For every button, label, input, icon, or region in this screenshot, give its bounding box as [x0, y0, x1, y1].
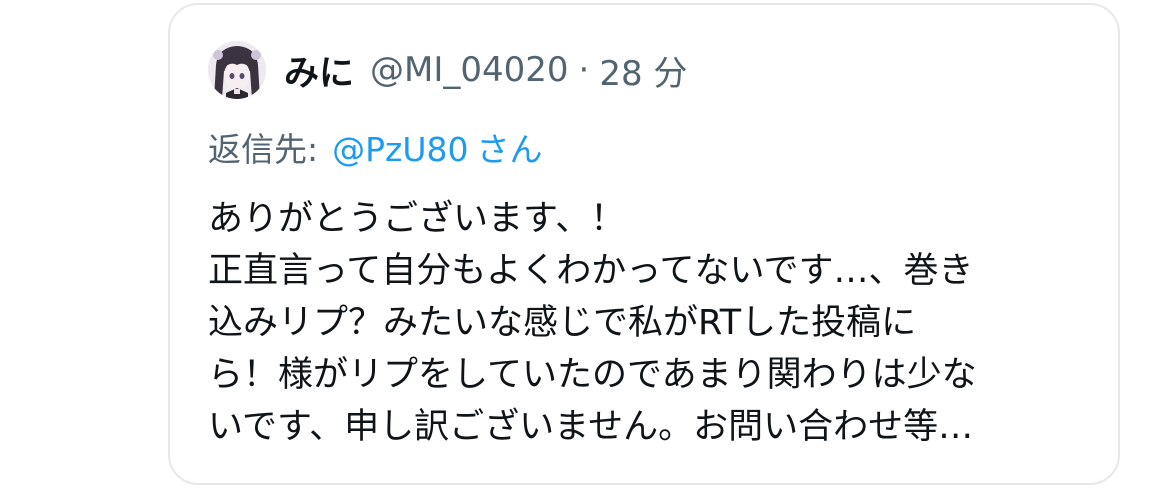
tweet-header: みに @MI_04020 · 28 分	[208, 40, 687, 100]
user-handle[interactable]: @MI_04020	[370, 50, 569, 90]
reply-to-handle-link[interactable]: @PzU80	[332, 130, 468, 169]
display-name[interactable]: みに	[284, 45, 354, 96]
tweet-text: ありがとうございます、！ 正直言って自分もよくわかってないです…、巻き 込みリプ…	[208, 193, 1098, 453]
reply-label: 返信先:	[208, 130, 319, 169]
tweet-text-line: 込みリプ？みたいな感じで私がRTした投稿に	[208, 303, 917, 343]
quoted-tweet-card[interactable]: みに @MI_04020 · 28 分 返信先: @PzU80 さん ありがとうござ…	[168, 3, 1120, 485]
reply-to-suffix[interactable]: さん	[477, 130, 543, 169]
avatar[interactable]	[208, 41, 266, 99]
tweet-text-line: 正直言って自分もよくわかってないです…、巻き	[208, 251, 974, 291]
avatar-image	[208, 41, 266, 99]
tweet-text-line: ら！様がリプをしていたのであまり関わりは少な	[208, 355, 977, 395]
timestamp[interactable]: 28 分	[599, 46, 687, 95]
tweet-text-line: ありがとうございます、！	[208, 199, 626, 239]
tweet-text-line: いです、申し訳ございません。お問い合わせ等…	[208, 407, 974, 447]
replying-to: 返信先: @PzU80 さん	[208, 123, 543, 171]
separator-dot: ·	[578, 50, 590, 90]
